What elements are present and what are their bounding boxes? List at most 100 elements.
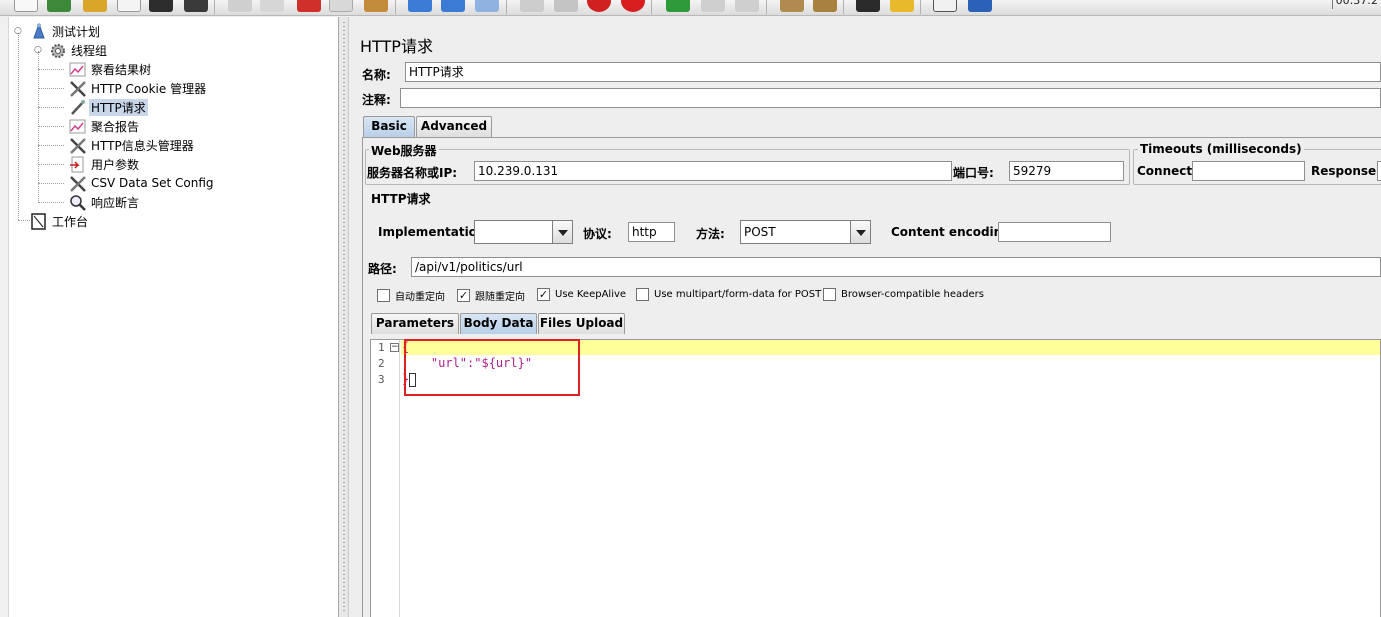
tree-item-label: CSV Data Set Config	[91, 176, 214, 190]
toolbar-separator	[214, 0, 215, 14]
line-number: 2	[378, 357, 385, 370]
tab-parameters[interactable]: Parameters	[371, 313, 459, 334]
tree-connector	[38, 69, 64, 70]
toolbar-separator	[843, 0, 844, 14]
name-label: 名称:	[362, 68, 391, 82]
implementation-dropdown[interactable]	[474, 220, 573, 244]
protocol-field[interactable]: http	[628, 222, 675, 242]
toggle-icon[interactable]	[408, 0, 432, 12]
content-encoding-field[interactable]	[998, 222, 1111, 242]
tab-advanced[interactable]: Advanced	[416, 116, 492, 137]
tree-item-header-manager[interactable]: HTTP信息头管理器	[69, 136, 196, 154]
follow-redirects-checkbox[interactable]: ✓ 跟随重定向	[457, 288, 525, 303]
new-icon[interactable]	[14, 0, 38, 12]
clear-icon[interactable]	[701, 0, 725, 12]
tab-body-data[interactable]: Body Data	[460, 313, 537, 334]
response-timeout-field[interactable]	[1377, 161, 1381, 181]
tree-item-test-plan[interactable]: 测试计划	[30, 22, 102, 40]
shutdown-icon[interactable]	[554, 0, 578, 12]
open-icon[interactable]	[83, 0, 107, 12]
tree-item-thread-group[interactable]: 线程组	[49, 41, 109, 59]
tab-basic[interactable]: Basic	[363, 116, 415, 137]
tree-item-workbench[interactable]: 工作台	[30, 212, 90, 230]
remote-stop-icon[interactable]	[621, 0, 645, 12]
browser-compatible-headers-checkbox[interactable]: Browser-compatible headers	[823, 288, 984, 301]
annotation-highlight-box	[404, 339, 580, 396]
expand-icon[interactable]	[329, 0, 353, 12]
checkbox-box[interactable]	[377, 289, 390, 302]
auto-redirect-checkbox[interactable]: 自动重定向	[377, 288, 445, 303]
info-icon[interactable]	[968, 0, 992, 12]
path-label: 路径:	[368, 262, 397, 276]
clear-all-icon[interactable]	[735, 0, 759, 12]
response-timeout-label: Response:	[1311, 164, 1381, 178]
save-as-icon[interactable]	[184, 0, 208, 12]
stop-icon[interactable]	[520, 0, 544, 12]
copy-icon[interactable]	[260, 0, 284, 12]
tree-item-csv-data-set-config[interactable]: CSV Data Set Config	[69, 174, 216, 192]
remote-exit-icon[interactable]	[666, 0, 690, 12]
cut-icon[interactable]	[228, 0, 252, 12]
toolbar-separator	[506, 0, 507, 14]
chevron-down-icon[interactable]	[850, 221, 870, 243]
csv-data-set-icon	[69, 175, 87, 192]
templates-icon[interactable]	[47, 0, 71, 12]
checkbox-label: Browser-compatible headers	[841, 289, 984, 300]
tree-item-label: 工作台	[52, 214, 89, 229]
collapse-toggle-icon[interactable]: ○	[34, 46, 43, 55]
test-plan-icon	[30, 22, 48, 40]
reset-search-icon[interactable]	[813, 0, 837, 12]
tree-item-user-parameters[interactable]: 用户参数	[69, 155, 141, 173]
split-pane-grip	[343, 22, 345, 612]
function-helper-icon[interactable]	[856, 0, 880, 12]
tree-item-aggregate-report[interactable]: 聚合报告	[69, 117, 141, 135]
name-field[interactable]: HTTP请求	[405, 62, 1381, 82]
checkbox-box[interactable]: ✓	[537, 288, 550, 301]
close-icon[interactable]	[117, 0, 141, 12]
paste-icon[interactable]	[297, 0, 321, 12]
start-icon[interactable]	[441, 0, 465, 12]
search-icon[interactable]	[780, 0, 804, 12]
port-label: 端口号:	[953, 166, 994, 180]
tree-item-label: 察看结果树	[91, 62, 152, 77]
method-value: POST	[744, 225, 776, 239]
line-number: 3	[378, 373, 385, 386]
port-field[interactable]: 59279	[1009, 161, 1124, 181]
tree-item-response-assertion[interactable]: 响应断言	[69, 193, 141, 211]
fold-collapse-icon[interactable]: −	[390, 343, 399, 352]
method-label: 方法:	[696, 227, 725, 241]
chevron-down-icon[interactable]	[552, 221, 572, 243]
tree-connector	[18, 33, 19, 220]
tree-item-label: 用户参数	[91, 157, 140, 172]
connect-timeout-field[interactable]	[1192, 161, 1305, 181]
checkbox-box[interactable]	[636, 288, 649, 301]
collapse-icon[interactable]	[364, 0, 388, 12]
tree-item-cookie-manager[interactable]: HTTP Cookie 管理器	[69, 79, 208, 97]
collapse-toggle-icon[interactable]: ○	[14, 27, 23, 36]
tree-connector	[38, 145, 64, 146]
checkbox-box[interactable]: ✓	[457, 289, 470, 302]
help-icon[interactable]	[890, 0, 914, 12]
checkbox-label: 跟随重定向	[475, 292, 525, 303]
start-no-pause-icon[interactable]	[475, 0, 499, 12]
checkbox-box[interactable]	[823, 288, 836, 301]
test-plan-tree[interactable]: ○ ○ 测试计划 线程组 察看结果树 HTTP Cookie 管理器 HTTP请…	[0, 17, 339, 617]
line-number: 1	[378, 341, 385, 354]
method-dropdown[interactable]: POST	[740, 220, 871, 244]
save-icon[interactable]	[149, 0, 173, 12]
thread-group-icon	[49, 42, 67, 59]
tree-connector	[38, 88, 64, 89]
comment-field[interactable]	[400, 88, 1381, 108]
multipart-form-data-checkbox[interactable]: Use multipart/form-data for POST	[636, 288, 821, 301]
tree-item-view-results-tree[interactable]: 察看结果树	[69, 60, 153, 78]
path-field[interactable]: /api/v1/politics/url	[411, 257, 1381, 277]
use-keepalive-checkbox[interactable]: ✓ Use KeepAlive	[537, 288, 626, 301]
remote-start-icon[interactable]	[587, 0, 611, 12]
server-name-field[interactable]: 10.239.0.131	[474, 161, 952, 181]
checkbox-label: Use multipart/form-data for POST	[654, 289, 822, 300]
tab-files-upload[interactable]: Files Upload	[538, 313, 625, 334]
tree-item-http-request[interactable]: HTTP请求	[69, 98, 148, 116]
log-viewer-icon[interactable]	[933, 0, 957, 12]
toolbar-separator	[395, 0, 396, 14]
view-results-tree-icon	[69, 61, 87, 78]
